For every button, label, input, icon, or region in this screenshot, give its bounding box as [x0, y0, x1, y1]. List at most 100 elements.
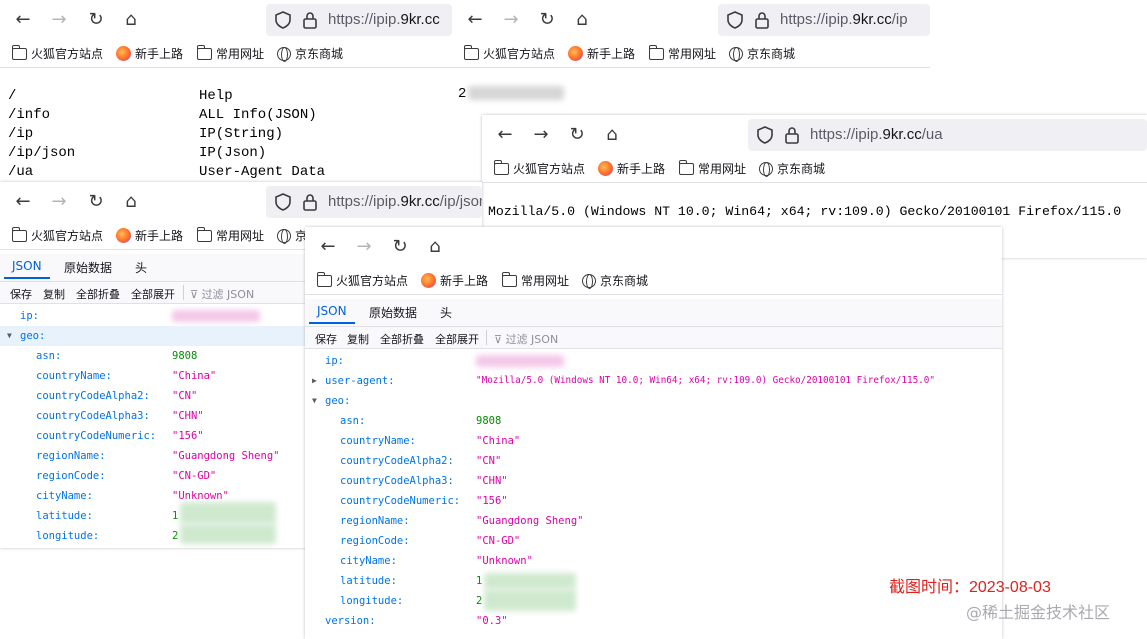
- url-bar[interactable]: https://ipip.9kr.cc/ua: [748, 119, 1147, 151]
- watermark: @稀土掘金技术社区: [966, 603, 1111, 622]
- bookmark-getting-started[interactable]: 新手上路: [116, 45, 183, 62]
- tab-headers[interactable]: 头: [440, 304, 452, 321]
- nav-toolbar: ← → ↻ ⌂ https://ipip.9kr.cc/ip: [452, 0, 930, 40]
- bookmarks-bar: 火狐官方站点 新手上路 常用网址 京东商城: [452, 40, 930, 68]
- home-icon[interactable]: ⌂: [118, 189, 144, 215]
- tab-json[interactable]: JSON: [309, 304, 355, 324]
- expand-all-button[interactable]: 全部展开: [435, 331, 479, 347]
- forward-icon[interactable]: →: [528, 122, 554, 148]
- json-toolbar: 保存 复制 全部折叠 全部展开 ⊽ 过滤 JSON: [305, 327, 1002, 349]
- bookmark-getting-started[interactable]: 新手上路: [568, 45, 635, 62]
- expand-toggle-icon[interactable]: ▼: [312, 391, 317, 411]
- bookmark-jd[interactable]: 京东商城: [759, 160, 825, 177]
- json-row[interactable]: ▶ user-agent: "Mozilla/5.0 (Windows NT 10.…: [305, 371, 1002, 391]
- bookmark-common-sites[interactable]: 常用网址: [502, 271, 569, 289]
- json-value: 2: [476, 595, 483, 607]
- filter-json-input[interactable]: ⊽ 过滤 JSON: [190, 286, 254, 302]
- json-value: "Guangdong Sheng": [172, 450, 280, 462]
- json-value: "CN-GD": [172, 470, 217, 482]
- globe-icon: [277, 228, 291, 244]
- json-row[interactable]: cityName: "Unknown": [305, 551, 1002, 571]
- collapse-all-button[interactable]: 全部折叠: [76, 286, 120, 302]
- bookmark-firefox-official[interactable]: 火狐官方站点: [494, 159, 585, 177]
- json-key: countryCodeNumeric:: [340, 495, 461, 507]
- json-row[interactable]: countryCodeAlpha2: "CN": [305, 451, 1002, 471]
- back-icon[interactable]: ←: [10, 189, 36, 215]
- json-key: countryCodeNumeric:: [36, 430, 157, 442]
- forward-icon[interactable]: →: [351, 234, 377, 260]
- forward-icon[interactable]: →: [46, 189, 72, 215]
- bookmark-common-sites[interactable]: 常用网址: [649, 44, 716, 62]
- back-icon[interactable]: ←: [492, 122, 518, 148]
- bookmark-firefox-official[interactable]: 火狐官方站点: [464, 44, 555, 62]
- bookmark-jd[interactable]: 京东商城: [729, 45, 795, 62]
- collapse-all-button[interactable]: 全部折叠: [380, 331, 424, 347]
- bookmark-firefox-official[interactable]: 火狐官方站点: [12, 226, 103, 244]
- tab-raw-data[interactable]: 原始数据: [369, 304, 417, 321]
- tab-raw-data[interactable]: 原始数据: [64, 259, 112, 276]
- bookmark-getting-started[interactable]: 新手上路: [598, 160, 665, 177]
- filter-json-input[interactable]: ⊽ 过滤 JSON: [494, 331, 558, 347]
- json-key: countryCodeAlpha2:: [340, 455, 454, 467]
- save-button[interactable]: 保存: [10, 286, 32, 302]
- reload-icon[interactable]: ↻: [83, 189, 109, 215]
- home-icon[interactable]: ⌂: [118, 7, 144, 33]
- bookmark-common-sites[interactable]: 常用网址: [197, 44, 264, 62]
- expand-all-button[interactable]: 全部展开: [131, 286, 175, 302]
- window-ip: ← → ↻ ⌂ https://ipip.9kr.cc/ip 火狐官方站点 新手…: [452, 0, 930, 115]
- json-row[interactable]: regionCode: "CN-GD": [305, 531, 1002, 551]
- json-row[interactable]: ▼ geo:: [305, 391, 1002, 411]
- bookmark-firefox-official[interactable]: 火狐官方站点: [12, 44, 103, 62]
- bookmark-common-sites[interactable]: 常用网址: [679, 159, 746, 177]
- url-bar[interactable]: https://ipip.9kr.cc/ip: [718, 4, 930, 36]
- lock-icon: [755, 12, 769, 29]
- copy-button[interactable]: 复制: [43, 286, 65, 302]
- bookmark-common-sites[interactable]: 常用网址: [197, 226, 264, 244]
- home-icon[interactable]: ⌂: [599, 122, 625, 148]
- bookmark-getting-started[interactable]: 新手上路: [116, 227, 183, 244]
- copy-button[interactable]: 复制: [347, 331, 369, 347]
- screenshot-date-caption: 截图时间：2023-08-03: [889, 579, 1051, 596]
- bookmark-jd[interactable]: 京东商城: [277, 45, 343, 62]
- json-row[interactable]: countryCodeAlpha3: "CHN": [305, 471, 1002, 491]
- lock-icon: [303, 12, 317, 29]
- home-icon[interactable]: ⌂: [422, 234, 448, 260]
- bookmark-jd[interactable]: 京东商城: [582, 272, 648, 289]
- bookmark-firefox-official[interactable]: 火狐官方站点: [317, 271, 408, 289]
- back-icon[interactable]: ←: [462, 7, 488, 33]
- globe-icon: [759, 161, 773, 177]
- back-icon[interactable]: ←: [315, 234, 341, 260]
- home-icon[interactable]: ⌂: [569, 7, 595, 33]
- json-row[interactable]: version: "0.3": [305, 611, 1002, 631]
- json-row[interactable]: regionName: "Guangdong Sheng": [305, 511, 1002, 531]
- tab-json[interactable]: JSON: [4, 259, 50, 279]
- redacted-ip: [476, 355, 564, 367]
- tab-headers[interactable]: 头: [135, 259, 147, 276]
- folder-icon: [12, 226, 27, 242]
- save-button[interactable]: 保存: [315, 331, 337, 347]
- forward-icon[interactable]: →: [46, 7, 72, 33]
- folder-icon: [197, 44, 212, 60]
- json-row[interactable]: ip:: [305, 351, 1002, 371]
- json-key: version:: [325, 615, 376, 627]
- json-row[interactable]: countryCodeNumeric: "156": [305, 491, 1002, 511]
- reload-icon[interactable]: ↻: [564, 122, 590, 148]
- expand-toggle-icon[interactable]: ▶: [312, 371, 317, 391]
- forward-icon[interactable]: →: [498, 7, 524, 33]
- json-row[interactable]: asn: 9808: [305, 411, 1002, 431]
- folder-icon: [464, 44, 479, 60]
- expand-toggle-icon[interactable]: ▼: [7, 326, 12, 346]
- help-desc: Help: [199, 88, 233, 104]
- reload-icon[interactable]: ↻: [534, 7, 560, 33]
- bookmark-getting-started[interactable]: 新手上路: [421, 272, 488, 289]
- url-bar[interactable]: https://ipip.9kr.cc/ip/json: [266, 186, 482, 218]
- filter-icon: ⊽: [190, 288, 199, 301]
- back-icon[interactable]: ←: [10, 7, 36, 33]
- reload-icon[interactable]: ↻: [387, 234, 413, 260]
- reload-icon[interactable]: ↻: [83, 7, 109, 33]
- json-value: 1: [172, 510, 179, 522]
- json-row[interactable]: countryName: "China": [305, 431, 1002, 451]
- url-bar[interactable]: https://ipip.9kr.cc: [266, 4, 452, 36]
- json-viewer-tabs: JSON 原始数据 头: [305, 299, 1002, 327]
- json-value: "0.3": [476, 615, 508, 627]
